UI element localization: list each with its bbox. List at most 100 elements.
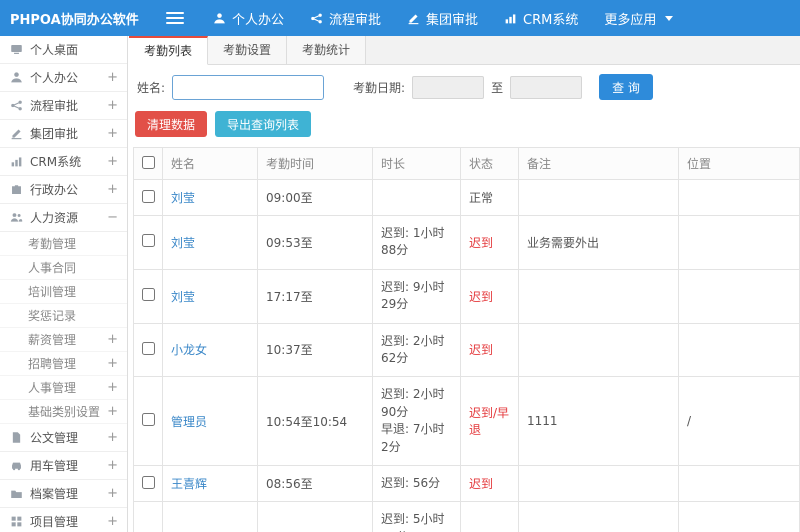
- cell-location: [678, 322, 800, 378]
- nav-item-more-apps[interactable]: 更多应用: [591, 0, 686, 36]
- table-row: 刘莹 17:17至 迟到: 9小时29分 迟到: [133, 268, 800, 324]
- sidebar-subitem-attendance-management[interactable]: 考勤管理: [0, 232, 127, 256]
- sidebar-subitem-recruitment-management[interactable]: 招聘管理 +: [0, 352, 127, 376]
- cell-location: /: [678, 501, 800, 532]
- top-nav: 个人办公 流程审批 集团审批 CRM系统 更多应用: [200, 0, 686, 36]
- cell-location: /: [678, 376, 800, 466]
- sidebar-item-label: 个人办公: [30, 71, 79, 85]
- sidebar-item-workflow-approval[interactable]: 流程审批 +: [0, 92, 127, 120]
- tab-attendance-statistics[interactable]: 考勤统计: [287, 36, 367, 64]
- employee-name-link[interactable]: 管理员: [171, 415, 207, 429]
- date-to-input[interactable]: [510, 75, 583, 99]
- clear-data-button[interactable]: 清理数据: [135, 111, 208, 137]
- cell-duration: 迟到: 2小时90分 早退: 7小时2分: [372, 376, 461, 466]
- tab-attendance-settings[interactable]: 考勤设置: [208, 36, 288, 64]
- sidebar-subitem-reward-punishment[interactable]: 奖惩记录: [0, 304, 127, 328]
- cell-location: [678, 464, 800, 503]
- sidebar-subitem-label: 薪资管理: [28, 333, 77, 347]
- sidebar-item-vehicle-management[interactable]: 用车管理 +: [0, 452, 127, 480]
- project-icon: [10, 515, 23, 528]
- tab-bar: 考勤列表 考勤设置 考勤统计: [129, 36, 800, 65]
- sidebar-subitem-personnel-contract[interactable]: 人事合同: [0, 256, 127, 280]
- cell-note: [518, 464, 679, 503]
- column-header-location: 位置: [678, 147, 800, 180]
- nav-item-group-approval[interactable]: 集团审批: [394, 0, 491, 36]
- desktop-icon: [10, 43, 23, 56]
- table-row: 小龙女 10:37至 迟到: 2小时62分 迟到: [133, 322, 800, 378]
- header-checkbox-cell: [133, 147, 163, 180]
- expand-toggle-icon[interactable]: +: [107, 126, 118, 141]
- select-all-checkbox[interactable]: [141, 155, 155, 169]
- expand-toggle-icon[interactable]: +: [107, 514, 118, 529]
- sidebar-subitem-label: 招聘管理: [28, 357, 77, 371]
- column-header-status: 状态: [460, 147, 519, 180]
- sidebar-subitem-label: 人事管理: [28, 381, 77, 395]
- sidebar-subitem-salary-management[interactable]: 薪资管理 +: [0, 328, 127, 352]
- expand-toggle-icon[interactable]: +: [107, 380, 118, 395]
- row-checkbox[interactable]: [141, 234, 155, 248]
- row-checkbox[interactable]: [141, 475, 155, 489]
- employee-name-link[interactable]: 刘莹: [171, 191, 195, 205]
- sidebar-subitem-base-category-settings[interactable]: 基础类别设置 +: [0, 400, 127, 424]
- export-list-button[interactable]: 导出查询列表: [215, 111, 312, 137]
- tab-attendance-list[interactable]: 考勤列表: [129, 36, 209, 65]
- archive-icon: [10, 487, 23, 500]
- cell-note: 业务需要外出: [518, 215, 679, 270]
- expand-toggle-icon[interactable]: +: [107, 154, 118, 169]
- cell-status: 迟到: [460, 215, 519, 270]
- sidebar-item-archive-management[interactable]: 档案管理 +: [0, 480, 127, 508]
- expand-toggle-icon[interactable]: +: [107, 404, 118, 419]
- row-checkbox[interactable]: [141, 288, 155, 302]
- cell-duration: 迟到: 9小时29分: [372, 268, 461, 324]
- nav-item-crm-system[interactable]: CRM系统: [491, 0, 591, 36]
- nav-item-personal-office[interactable]: 个人办公: [200, 0, 297, 36]
- attendance-table: 姓名 考勤时间 时长 状态 备注 位置 刘莹 09:00至 正常 刘莹 09:53至 迟到: 1小时…: [133, 147, 800, 532]
- column-header-duration: 时长: [372, 147, 461, 180]
- sidebar-item-crm-system[interactable]: CRM系统 +: [0, 148, 127, 176]
- row-checkbox[interactable]: [141, 413, 155, 427]
- expand-toggle-icon[interactable]: +: [107, 458, 118, 473]
- sidebar-item-admin-office[interactable]: 行政办公 +: [0, 176, 127, 204]
- cell-status: 迟到/早退: [460, 501, 519, 532]
- expand-toggle-icon[interactable]: +: [107, 356, 118, 371]
- employee-name-link[interactable]: 刘莹: [171, 236, 195, 250]
- employee-name-link[interactable]: 刘莹: [171, 290, 195, 304]
- sidebar-subitem-training-management[interactable]: 培训管理: [0, 280, 127, 304]
- row-checkbox[interactable]: [141, 341, 155, 355]
- name-filter-input[interactable]: [172, 74, 325, 100]
- sidebar-item-group-approval[interactable]: 集团审批 +: [0, 120, 127, 148]
- menu-toggle-icon[interactable]: [166, 12, 184, 24]
- employee-name-link[interactable]: 小龙女: [171, 343, 207, 357]
- expand-toggle-icon[interactable]: +: [107, 332, 118, 347]
- sidebar-item-label: 档案管理: [30, 487, 79, 501]
- row-checkbox[interactable]: [141, 189, 155, 203]
- expand-toggle-icon[interactable]: −: [107, 210, 118, 225]
- row-checkbox-cell: [133, 376, 163, 466]
- expand-toggle-icon[interactable]: +: [107, 182, 118, 197]
- expand-toggle-icon[interactable]: +: [107, 430, 118, 445]
- cell-name: 刘莹: [162, 179, 258, 216]
- cell-name: 管理员: [162, 376, 258, 466]
- expand-toggle-icon[interactable]: +: [107, 98, 118, 113]
- sidebar-item-personal-office[interactable]: 个人办公 +: [0, 64, 127, 92]
- caret-down-icon: [665, 15, 674, 21]
- cell-name: 王喜辉: [162, 464, 258, 503]
- nav-item-workflow-approval[interactable]: 流程审批: [297, 0, 394, 36]
- sidebar-item-personal-desktop[interactable]: 个人桌面: [0, 36, 127, 64]
- table-row: 刘莹 09:53至 迟到: 1小时88分 迟到 业务需要外出: [133, 215, 800, 270]
- expand-toggle-icon[interactable]: +: [107, 486, 118, 501]
- employee-name-link[interactable]: 王喜辉: [171, 477, 207, 491]
- sidebar-subitem-personnel-management[interactable]: 人事管理 +: [0, 376, 127, 400]
- cell-name: 黄莺: [162, 501, 258, 532]
- sidebar-item-document-management[interactable]: 公文管理 +: [0, 424, 127, 452]
- nav-item-label: 流程审批: [329, 12, 382, 28]
- search-button[interactable]: 查 询: [599, 74, 653, 100]
- sidebar-item-human-resources[interactable]: 人力资源 −: [0, 204, 127, 232]
- sidebar-item-label: 集团审批: [30, 127, 79, 141]
- expand-toggle-icon[interactable]: +: [107, 70, 118, 85]
- date-from-input[interactable]: [412, 75, 485, 99]
- nav-item-label: 更多应用: [604, 12, 657, 28]
- chart-icon: [10, 155, 23, 168]
- filter-bar: 姓名: 考勤日期: 至 查 询: [129, 65, 800, 109]
- sidebar-item-project-management[interactable]: 项目管理 +: [0, 508, 127, 532]
